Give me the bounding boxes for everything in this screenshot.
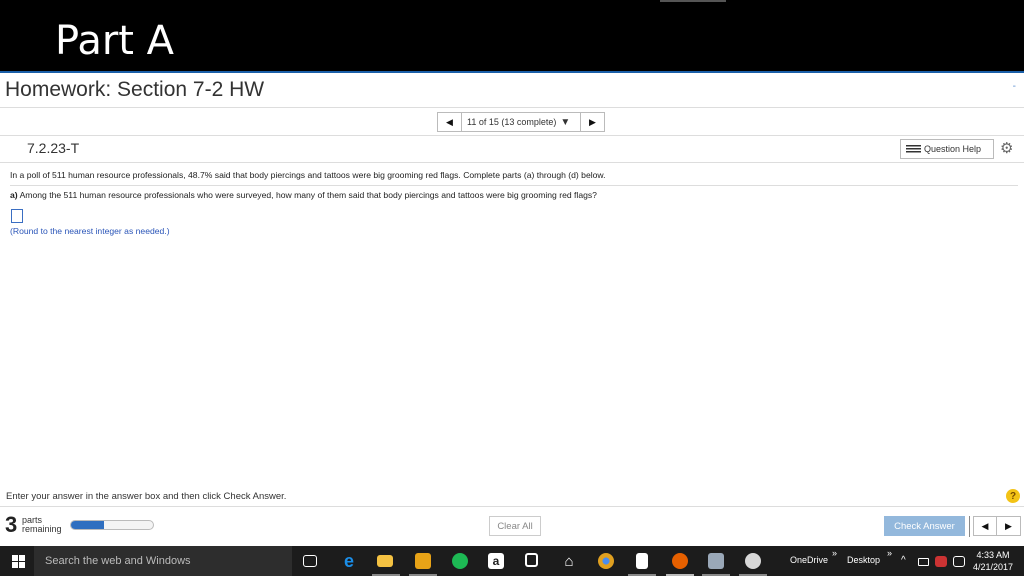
task-view-icon[interactable] (303, 555, 317, 567)
chevron-icon[interactable]: » (832, 548, 837, 558)
previous-question-button[interactable]: ◀ (438, 113, 462, 131)
next-part-button[interactable]: ▶ (997, 517, 1020, 535)
parts-progress-bar (70, 520, 154, 530)
divider (0, 506, 1024, 507)
banner-title: Part A (55, 18, 175, 64)
windows-taskbar: Search the web and Windows e a ⌂ OneDriv… (0, 546, 1024, 576)
parts-remaining-count: 3 (5, 512, 18, 537)
check-answer-button[interactable]: Check Answer (884, 516, 965, 536)
part-a-label: a) (10, 190, 18, 200)
rounding-hint: (Round to the nearest integer as needed.… (10, 226, 170, 236)
gear-icon[interactable]: ⚙ (1000, 139, 1013, 157)
clock[interactable]: 4:33 AM 4/21/2017 (973, 549, 1013, 573)
triangle-left-icon: ◀ (446, 116, 453, 127)
search-placeholder: Search the web and Windows (45, 555, 191, 567)
onedrive-toolbar[interactable]: OneDrive (790, 555, 828, 565)
list-icon (906, 144, 921, 154)
homework-title: Homework: Section 7-2 HW (5, 78, 265, 101)
firefox-icon[interactable] (672, 553, 688, 569)
spotify-icon[interactable] (452, 553, 468, 569)
parts-remaining-label: parts remaining (22, 516, 62, 534)
question-position: 11 of 15 (13 complete) (467, 117, 557, 127)
file-explorer-icon[interactable] (377, 555, 393, 567)
home-icon[interactable]: ⌂ (561, 553, 577, 570)
notes-icon[interactable] (708, 553, 724, 569)
security-icon[interactable] (935, 556, 947, 567)
answer-input[interactable] (11, 209, 23, 223)
help-icon[interactable]: ? (1006, 489, 1020, 503)
desktop-toolbar[interactable]: Desktop (847, 555, 880, 565)
triangle-right-icon: ▶ (589, 116, 596, 127)
divider (0, 162, 1024, 163)
clock-date: 4/21/2017 (973, 562, 1014, 572)
edge-icon[interactable]: e (341, 551, 357, 571)
part-a-prompt: a) Among the 511 human resource professi… (10, 190, 597, 200)
divider (0, 135, 1024, 136)
part-banner: Part A (0, 0, 1024, 73)
question-stem: In a poll of 511 human resource professi… (10, 170, 606, 180)
divider (969, 516, 970, 537)
amazon-icon[interactable]: a (488, 553, 504, 569)
show-hidden-icons-icon[interactable]: ^ (901, 555, 906, 566)
question-help-label: Question Help (924, 144, 982, 154)
app-icon[interactable] (415, 553, 431, 569)
notifications-icon[interactable] (953, 556, 965, 567)
triangle-left-icon: ◀ (981, 520, 989, 531)
question-help-button[interactable]: Question Help (900, 139, 994, 159)
banner-notch (660, 0, 726, 2)
next-question-button[interactable]: ▶ (580, 113, 604, 131)
document-icon[interactable] (636, 553, 648, 569)
progress-fill (71, 521, 104, 529)
question-id: 7.2.23-T (27, 140, 80, 156)
parts-label-line2: remaining (22, 524, 62, 534)
question-select[interactable]: 11 of 15 (13 complete) ▼ (462, 113, 580, 131)
windows-start-icon[interactable] (12, 555, 25, 568)
chrome-icon[interactable] (598, 553, 614, 569)
homework-header: Homework: Section 7-2 HW - (0, 75, 1024, 108)
store-icon[interactable] (525, 553, 538, 567)
header-dash: - (1012, 81, 1016, 92)
chevron-icon[interactable]: » (887, 548, 892, 558)
part-navigator: ◀ ▶ (973, 516, 1021, 536)
question-navigator: ◀ 11 of 15 (13 complete) ▼ ▶ (437, 112, 605, 132)
clear-all-button[interactable]: Clear All (489, 516, 541, 536)
paint-icon[interactable] (745, 553, 761, 569)
previous-part-button[interactable]: ◀ (974, 517, 997, 535)
clock-time: 4:33 AM (976, 550, 1010, 560)
dropdown-caret-icon: ▼ (560, 116, 571, 128)
divider (10, 185, 1018, 186)
taskbar-search-input[interactable]: Search the web and Windows (34, 546, 292, 576)
battery-icon[interactable] (918, 558, 929, 566)
part-a-text: Among the 511 human resource professiona… (19, 190, 597, 200)
screen: Part A Homework: Section 7-2 HW - ◀ 11 o… (0, 0, 1024, 576)
instructions: Enter your answer in the answer box and … (6, 491, 287, 502)
triangle-right-icon: ▶ (1005, 520, 1012, 531)
